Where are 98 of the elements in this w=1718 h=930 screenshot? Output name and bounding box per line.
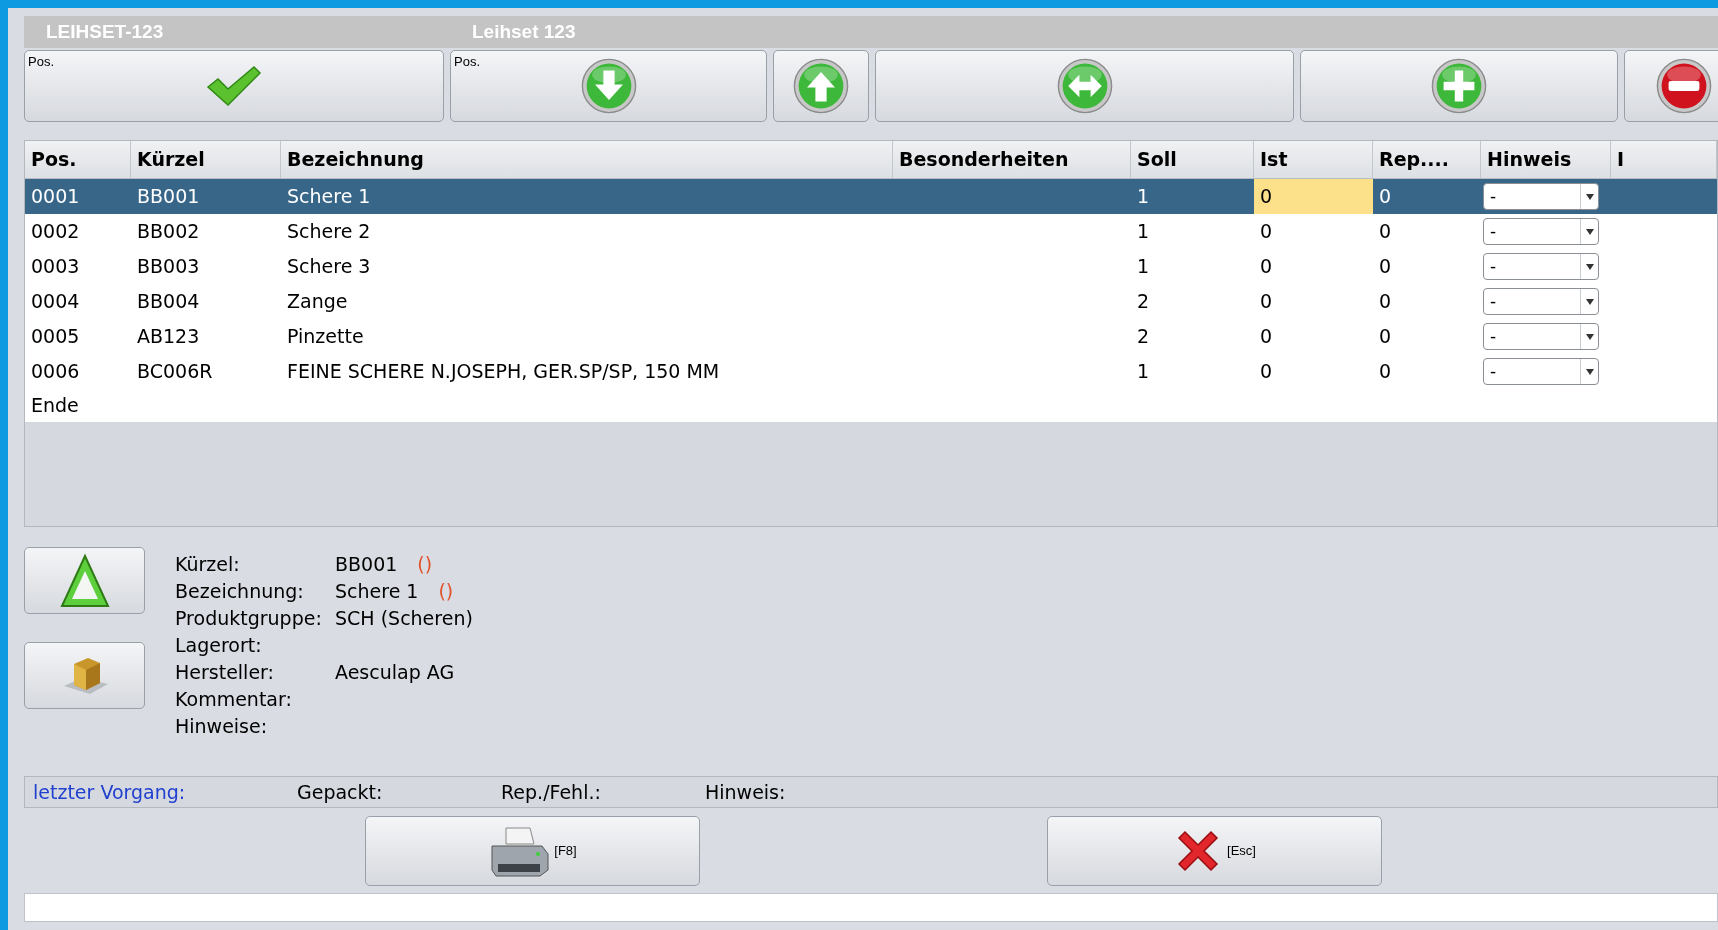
pos-label: Pos. [454,53,480,71]
pos-label: Pos. [28,53,54,71]
table-cell-text: 0001 [30,184,81,210]
up-arrow-circle-icon [793,58,849,114]
detail-label: Kommentar: [175,687,293,712]
status-field-label: Gepackt: [297,779,384,805]
table-cell-text: 0004 [30,289,81,315]
hinweis-dropdown[interactable]: - [1483,218,1599,245]
detail-value: BB001 [335,552,398,577]
table-cell-text: BB004 [136,289,201,315]
status-title: letzter Vorgang: [33,779,187,805]
table-cell-text: 1 [1136,184,1151,210]
table-cell-text: Zange [286,289,349,315]
status-field-label: Rep./Fehl.: [501,779,602,805]
table-cell-text: 1 [1136,254,1151,280]
triangle-icon [58,552,111,609]
detail-note: () [438,579,454,604]
table-cell-text: 1 [1136,219,1151,245]
printer-icon [488,824,551,878]
double-arrow-circle-icon [1056,58,1113,114]
table-cell-text: 1 [1136,359,1151,385]
side-button[interactable] [24,547,145,614]
toolbar-button[interactable]: Pos. [450,50,767,122]
column-header[interactable]: I [1611,141,1717,178]
print-button[interactable]: [F8] [365,816,700,886]
detail-label: Hersteller: [175,660,275,685]
detail-label: Kürzel: [175,552,241,577]
table-row[interactable]: 0004 BB004 Zange 2 0 0 - [25,284,1717,319]
table-cell-text: Schere 1 [286,184,372,210]
table-row[interactable]: 0006 BC006R FEINE SCHERE N.JOSEPH, GER.SP/SP, 150 MM 1 0 0 - [25,354,1717,389]
table-cell-text: 2 [1136,324,1151,350]
cancel-button[interactable]: [Esc] [1047,816,1382,886]
table-cell-text: BC006R [136,359,214,385]
checkmark-icon [206,65,262,107]
detail-value: Aesculap AG [335,660,455,685]
toolbar-button[interactable] [875,50,1294,122]
toolbar-button[interactable] [773,50,869,122]
detail-value: SCH (Scheren) [335,606,473,631]
table-cell-text: BB001 [136,184,201,210]
detail-label: Produktgruppe: [175,606,323,631]
table-cell-text: BB003 [136,254,201,280]
toolbar-button[interactable] [1300,50,1618,122]
status-field-label: Hinweis: [705,779,787,805]
table-cell-text: 0006 [30,359,81,385]
table-cell[interactable]: 0 [1254,179,1373,214]
table-cell-text: FEINE SCHERE N.JOSEPH, GER.SP/SP, 150 MM [286,359,721,385]
column-header[interactable]: Soll [1131,141,1254,178]
table-cell-text: 0 [1259,289,1274,315]
plus-circle-icon [1431,58,1487,114]
hinweis-dropdown[interactable]: - [1483,358,1599,385]
input-field[interactable] [24,893,1718,922]
table-cell-text: 0 [1378,219,1393,245]
minus-circle-icon [1656,58,1712,114]
table-cell-text: 0 [1378,254,1393,280]
table-cell-text: Pinzette [286,324,365,350]
set-code: LEIHSET-123 [46,19,165,44]
detail-note: () [417,552,433,577]
hinweis-dropdown[interactable]: - [1483,323,1599,350]
hinweis-dropdown[interactable]: - [1483,288,1599,315]
table-cell-text: 0005 [30,324,81,350]
table-end-label: Ende [30,393,80,419]
table-cell-text: 0 [1378,324,1393,350]
toolbar-button[interactable]: Pos. [24,50,444,122]
table-cell-text: 0 [1259,359,1274,385]
hinweis-dropdown[interactable]: - [1483,183,1599,210]
column-header[interactable]: Ist [1254,141,1373,178]
side-button[interactable] [24,642,145,709]
table-cell-text: Schere 2 [286,219,372,245]
down-arrow-circle-icon [580,58,637,114]
detail-label: Hinweise: [175,714,269,739]
set-name: Leihset 123 [472,19,576,44]
table-cell-text: 0 [1259,324,1274,350]
detail-label: Lagerort: [175,633,263,658]
table-cell-text: 0 [1378,359,1393,385]
hinweis-dropdown[interactable]: - [1483,253,1599,280]
column-header[interactable]: Bezeichnung [281,141,893,178]
table-cell-text: 0 [1378,184,1393,210]
table-cell-text: BB002 [136,219,201,245]
column-header[interactable]: Rep.... [1373,141,1481,178]
table-cell-text: Schere 3 [286,254,372,280]
table-cell-text: 2 [1136,289,1151,315]
column-header[interactable]: Hinweis [1481,141,1611,178]
table-cell-text: 0003 [30,254,81,280]
table-cell-text: 0002 [30,219,81,245]
toolbar-button[interactable] [1624,50,1718,122]
table-cell-text: 0 [1378,289,1393,315]
column-header[interactable]: Kürzel [131,141,281,178]
table-row[interactable]: 0001 BB001 Schere 1 1 0 0 - [25,179,1717,214]
table-row[interactable]: 0003 BB003 Schere 3 1 0 0 - [25,249,1717,284]
table-cell-text: AB123 [136,324,201,350]
column-header[interactable]: Pos. [25,141,131,178]
table-row[interactable]: 0002 BB002 Schere 2 1 0 0 - [25,214,1717,249]
detail-label: Bezeichnung: [175,579,305,604]
table-cell-text: 0 [1259,254,1274,280]
table-row[interactable]: 0005 AB123 Pinzette 2 0 0 - [25,319,1717,354]
table-cell-text: 0 [1259,219,1274,245]
column-header[interactable]: Besonderheiten [893,141,1131,178]
detail-value: Schere 1 [335,579,419,604]
